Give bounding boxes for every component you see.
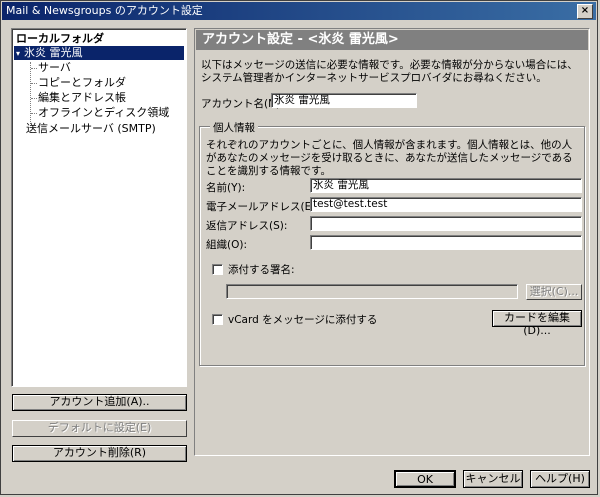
tree-item-copies-folders[interactable]: コピーとフォルダ — [38, 76, 184, 90]
tree-guide-line — [31, 68, 37, 69]
tree-guide-line — [31, 98, 37, 99]
button-label: OK — [417, 473, 433, 486]
tree-item-account[interactable]: ▾ 氷炎 雷光風 — [14, 46, 184, 60]
attach-signature-checkbox[interactable] — [212, 264, 223, 275]
identity-description: それぞれのアカウントごとに、個人情報が含まれます。個人情報とは、他の人があなたの… — [206, 139, 573, 177]
tree-guide-line — [30, 62, 31, 124]
name-field[interactable]: 氷炎 雷光風 — [310, 178, 582, 193]
attach-vcard-checkbox[interactable] — [212, 314, 223, 325]
help-button[interactable]: ヘルプ(H) — [530, 470, 590, 488]
add-account-button[interactable]: アカウント追加(A).. — [12, 394, 187, 411]
close-icon: × — [580, 5, 590, 16]
tree-item-label: コピーとフォルダ — [38, 76, 126, 89]
name-label: 名前(Y): — [206, 182, 246, 194]
attach-signature-label: 添付する署名: — [228, 264, 295, 276]
panel-header: アカウント設定 - <氷炎 雷光風> — [196, 30, 588, 50]
button-label: 選択(C)... — [529, 285, 579, 298]
reply-to-field[interactable] — [310, 216, 582, 231]
tree-item-server[interactable]: サーバ — [38, 61, 184, 75]
organization-label: 組織(O): — [206, 239, 247, 251]
button-label: アカウント削除(R) — [52, 446, 147, 459]
tree-guide-line — [31, 113, 37, 114]
tree-item-label: 氷炎 雷光風 — [24, 46, 83, 59]
set-default-button[interactable]: デフォルトに設定(E) — [12, 420, 187, 437]
tree-item-label: サーバ — [38, 61, 71, 74]
tree-item-smtp[interactable]: 送信メールサーバ (SMTP) — [14, 122, 184, 136]
remove-account-button[interactable]: アカウント削除(R) — [12, 445, 187, 462]
account-name-input[interactable]: 氷炎 雷光風 — [271, 93, 417, 108]
ok-button[interactable]: OK — [394, 470, 456, 488]
tree-item-label: 編集とアドレス帳 — [38, 91, 126, 104]
chevron-down-icon[interactable]: ▾ — [16, 47, 24, 61]
identity-legend: 個人情報 — [210, 120, 258, 135]
button-label: カードを編集(D)... — [504, 311, 570, 337]
button-label: ヘルプ(H) — [535, 472, 585, 485]
button-label: デフォルトに設定(E) — [47, 421, 152, 434]
cancel-button[interactable]: キャンセル — [463, 470, 523, 488]
window-title: Mail & Newsgroups のアカウント設定 — [6, 4, 203, 17]
email-field[interactable]: test@test.test — [310, 197, 582, 212]
tree-item-label: オフラインとディスク領域 — [38, 106, 170, 119]
close-button[interactable]: × — [577, 4, 593, 19]
tree-item-label: 送信メールサーバ (SMTP) — [26, 122, 156, 135]
tree-item-offline-disk[interactable]: オフラインとディスク領域 — [38, 106, 184, 120]
choose-signature-button[interactable]: 選択(C)... — [526, 284, 582, 300]
attach-vcard-label: vCard をメッセージに添付する — [228, 314, 378, 326]
identity-group: 個人情報 それぞれのアカウントごとに、個人情報が含まれます。個人情報とは、他の人… — [199, 120, 585, 366]
button-label: キャンセル — [465, 472, 521, 485]
account-settings-window: Mail & Newsgroups のアカウント設定 × ローカルフォルダ ▾ 氷… — [0, 0, 598, 495]
tree-item-label: ローカルフォルダ — [16, 32, 104, 45]
signature-file-field[interactable] — [226, 284, 518, 299]
account-settings-panel: アカウント設定 - <氷炎 雷光風> 以下はメッセージの送信に必要な情報です。必… — [194, 28, 590, 456]
button-label: アカウント追加(A).. — [49, 395, 150, 408]
title-bar[interactable]: Mail & Newsgroups のアカウント設定 × — [2, 2, 596, 20]
email-label: 電子メールアドレス(E): — [206, 201, 319, 213]
tree-item-local-folders[interactable]: ローカルフォルダ — [14, 32, 184, 46]
panel-description: 以下はメッセージの送信に必要な情報です。必要な情報が分からない場合には、システム… — [201, 59, 578, 84]
edit-card-button[interactable]: カードを編集(D)... — [492, 310, 582, 337]
tree-guide-line — [31, 83, 37, 84]
reply-to-label: 返信アドレス(S): — [206, 220, 288, 232]
organization-field[interactable] — [310, 235, 582, 250]
account-tree[interactable]: ローカルフォルダ ▾ 氷炎 雷光風 サーバ コピーとフォルダ 編集とアドレス帳 オ… — [11, 28, 187, 387]
tree-item-composition-addressing[interactable]: 編集とアドレス帳 — [38, 91, 184, 105]
